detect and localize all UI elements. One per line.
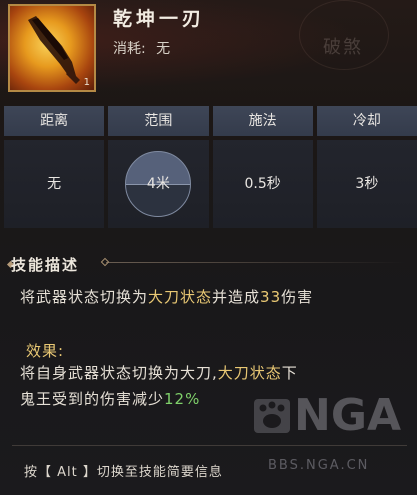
skill-header: 1 乾坤一刃 消耗: 无 破煞 xyxy=(0,0,417,100)
cost-label: 消耗: xyxy=(113,41,146,57)
cost-value: 无 xyxy=(156,41,171,57)
nga-url-watermark: BBS.NGA.CN xyxy=(268,458,370,473)
effect1-prefix: 将自身武器状态切换为大刀, xyxy=(20,364,218,382)
icon-level: 1 xyxy=(83,77,90,88)
value-range: 4米 xyxy=(146,176,170,192)
skill-tooltip: 1 乾坤一刃 消耗: 无 破煞 距离 范围 施法 冷却 无 4米 0.5秒 3秒… xyxy=(0,0,417,495)
header-range: 范围 xyxy=(108,106,209,136)
nga-watermark: NGA xyxy=(294,390,401,441)
desc-prefix: 将武器状态切换为 xyxy=(20,288,149,306)
blade-icon-graphic xyxy=(28,16,80,84)
desc-damage: 33 xyxy=(260,288,282,306)
blade-skill-icon: 1 xyxy=(8,4,96,92)
skill-title: 乾坤一刃 xyxy=(113,8,206,30)
desc-state: 大刀状态 xyxy=(148,288,213,306)
header-cooldown: 冷却 xyxy=(316,106,417,136)
cost-line: 消耗: 无 xyxy=(113,38,176,58)
desc-mid: 并造成 xyxy=(212,288,261,306)
effect-line-1: 将自身武器状态切换为大刀,大刀状态下 xyxy=(20,362,298,383)
description-line: 将武器状态切换为大刀状态并造成33伤害 xyxy=(20,286,313,307)
description-heading: 技能描述 xyxy=(11,256,80,274)
side-tag: 破煞 xyxy=(323,37,363,58)
stats-header-row: 距离 范围 施法 冷却 xyxy=(4,106,417,136)
desc-suffix: 伤害 xyxy=(281,288,314,306)
footer-divider xyxy=(12,445,407,446)
footer-hint: 按【 Alt 】切换至技能简要信息 xyxy=(24,465,223,480)
effect2-value: 12% xyxy=(164,390,201,408)
header-distance: 距离 xyxy=(4,106,105,136)
stats-table: 距离 范围 施法 冷却 无 4米 0.5秒 3秒 xyxy=(4,106,417,228)
value-cooldown: 3秒 xyxy=(316,140,417,228)
header-cast: 施法 xyxy=(212,106,313,136)
effect1-suffix: 下 xyxy=(281,364,298,382)
value-cast: 0.5秒 xyxy=(212,140,313,228)
heading-rule xyxy=(106,262,406,263)
value-range-cell: 4米 xyxy=(108,140,209,228)
stats-value-row: 无 4米 0.5秒 3秒 xyxy=(4,140,417,228)
effect-line-2: 鬼王受到的伤害减少12% xyxy=(20,388,200,409)
nga-paw-icon xyxy=(254,399,290,433)
value-distance: 无 xyxy=(4,140,105,228)
effect1-state: 大刀状态 xyxy=(217,364,282,382)
effect-label: 效果: xyxy=(26,342,65,360)
effect2-prefix: 鬼王受到的伤害减少 xyxy=(20,390,165,408)
